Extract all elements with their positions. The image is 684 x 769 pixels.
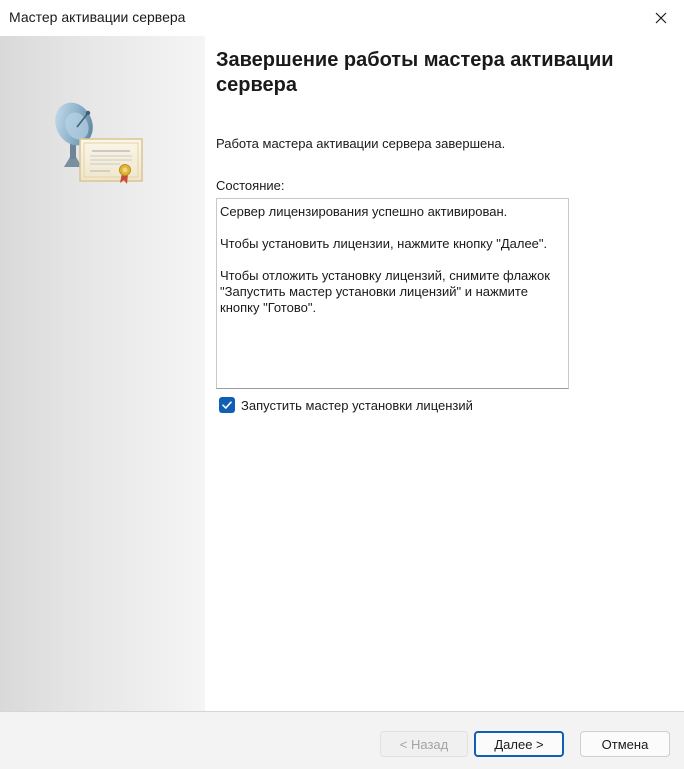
status-label: Состояние: xyxy=(216,178,285,193)
back-button: < Назад xyxy=(380,731,468,757)
next-button[interactable]: Далее > xyxy=(474,731,564,757)
launch-license-wizard-checkbox[interactable]: Запустить мастер установки лицензий xyxy=(219,397,473,413)
status-line: Чтобы отложить установку лицензий, сними… xyxy=(220,268,550,315)
window-title: Мастер активации сервера xyxy=(9,9,186,25)
status-line: Сервер лицензирования успешно активирова… xyxy=(220,204,508,219)
checkbox-label: Запустить мастер установки лицензий xyxy=(241,397,473,413)
completion-description: Работа мастера активации сервера заверше… xyxy=(216,136,506,151)
close-button[interactable] xyxy=(638,0,684,36)
title-bar: Мастер активации сервера xyxy=(0,0,684,36)
license-certificate-satellite-icon xyxy=(55,102,143,184)
status-line: Чтобы установить лицензии, нажмите кнопк… xyxy=(220,236,548,251)
page-title: Завершение работы мастера активации серв… xyxy=(216,49,614,96)
checkbox-checked-icon[interactable] xyxy=(219,397,235,413)
wizard-side-panel xyxy=(0,36,205,711)
wizard-footer: < Назад Далее > Отмена xyxy=(0,711,684,769)
activation-wizard-window: Мастер активации сервера Завершение рабо… xyxy=(0,0,684,769)
status-textbox[interactable]: Сервер лицензирования успешно активирова… xyxy=(216,198,569,389)
close-icon xyxy=(655,12,667,24)
cancel-button[interactable]: Отмена xyxy=(580,731,670,757)
wizard-content: Завершение работы мастера активации серв… xyxy=(205,36,684,711)
